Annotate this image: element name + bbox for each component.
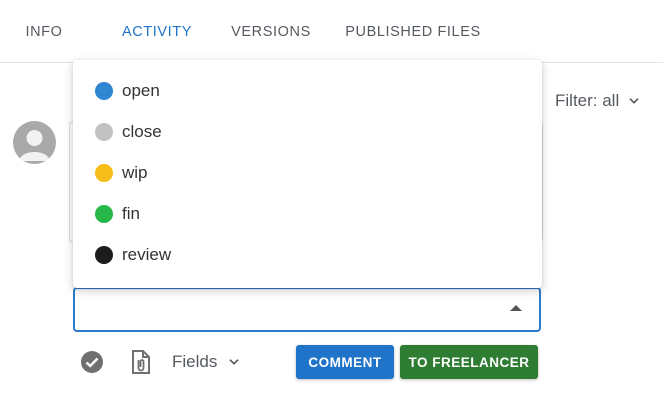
status-option-close[interactable]: close	[73, 111, 542, 152]
tab-info[interactable]: INFO	[18, 0, 70, 63]
filter-label: Filter: all	[555, 91, 620, 110]
status-select[interactable]	[73, 287, 541, 332]
status-dot-icon	[95, 81, 113, 100]
status-option-wip[interactable]: wip	[73, 152, 542, 193]
status-option-label: review	[122, 244, 172, 264]
activity-panel: INFO ACTIVITY VERSIONS PUBLISHED FILES F…	[0, 0, 663, 400]
status-option-review[interactable]: review	[73, 234, 542, 275]
status-dot-icon	[95, 204, 113, 223]
attachment-icon[interactable]	[130, 348, 152, 376]
tab-bar: INFO ACTIVITY VERSIONS PUBLISHED FILES	[0, 0, 663, 63]
status-option-fin[interactable]: fin	[73, 193, 542, 234]
fields-label: Fields	[172, 352, 218, 371]
status-dot-icon	[95, 245, 113, 264]
status-option-label: close	[122, 121, 162, 141]
avatar	[13, 121, 56, 164]
tab-published-files[interactable]: PUBLISHED FILES	[342, 0, 484, 63]
tab-activity[interactable]: ACTIVITY	[101, 0, 213, 63]
comment-button[interactable]: COMMENT	[296, 345, 394, 379]
caret-up-icon	[510, 305, 522, 311]
check-circle-icon[interactable]	[80, 350, 104, 374]
chevron-down-icon	[229, 359, 240, 365]
status-option-label: wip	[122, 162, 148, 182]
status-dot-icon	[95, 122, 113, 141]
user-icon	[19, 130, 50, 161]
status-menu: open close wip fin review	[73, 60, 542, 288]
to-freelancer-button[interactable]: TO FREELANCER	[400, 345, 538, 379]
status-dot-icon	[95, 163, 113, 182]
tab-versions[interactable]: VERSIONS	[226, 0, 316, 63]
status-option-open[interactable]: open	[73, 70, 542, 111]
chevron-down-icon	[629, 98, 639, 104]
status-option-label: fin	[122, 203, 140, 223]
filter-dropdown[interactable]: Filter: all	[555, 86, 641, 116]
fields-dropdown[interactable]: Fields	[172, 348, 241, 376]
status-option-label: open	[122, 80, 160, 100]
